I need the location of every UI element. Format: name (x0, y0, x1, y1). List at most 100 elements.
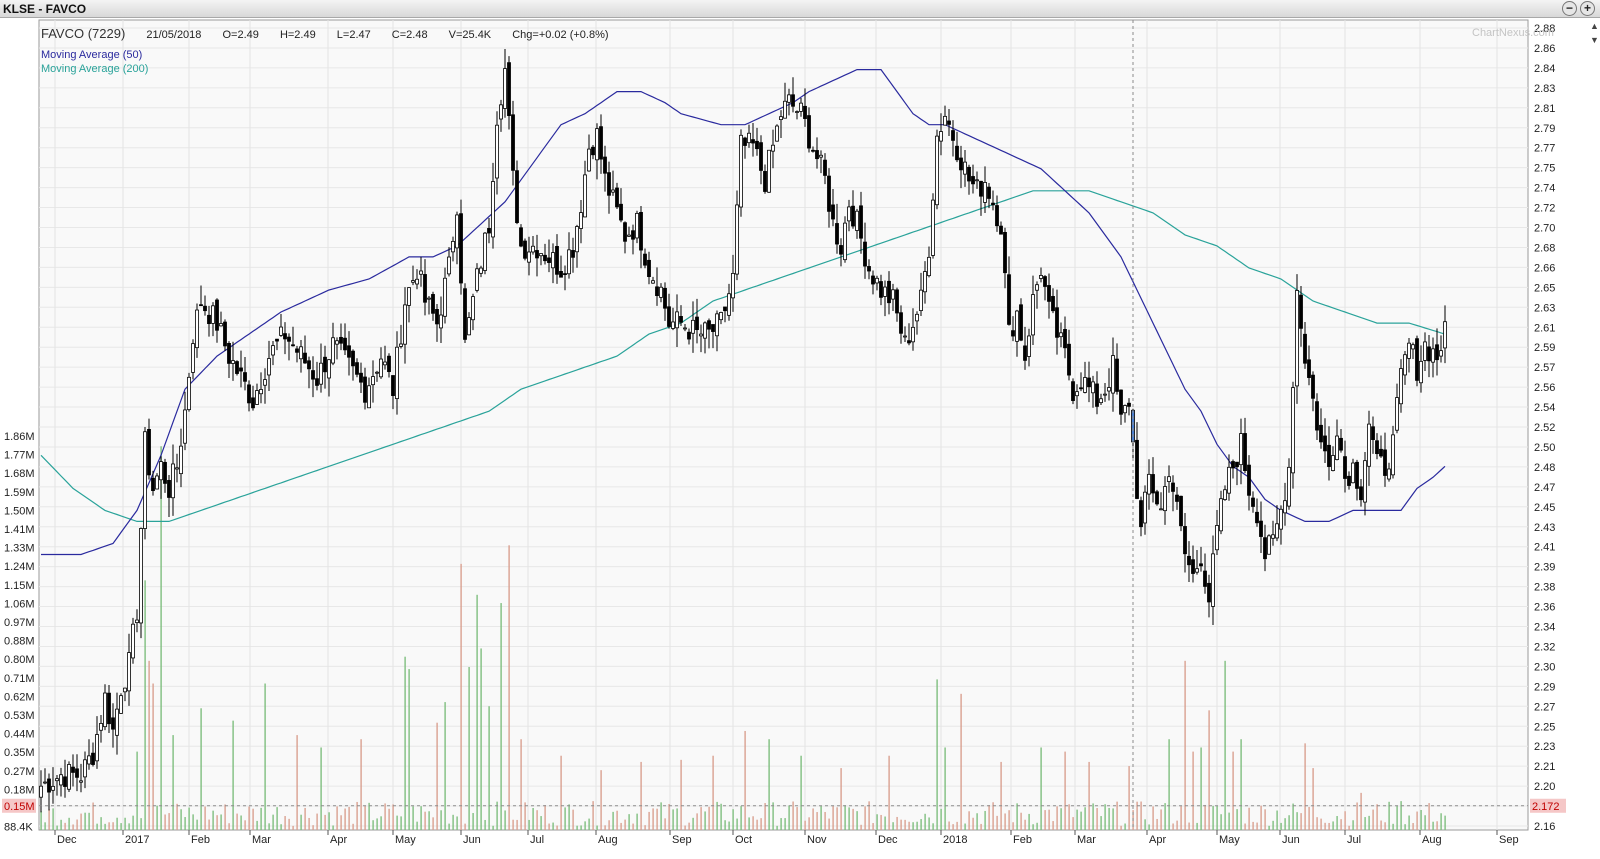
volume-bar (992, 802, 994, 830)
candle-body (331, 337, 335, 364)
volume-bar (476, 594, 478, 830)
volume-bar (956, 821, 958, 830)
volume-bar (1296, 812, 1298, 830)
volume-bar (1292, 803, 1294, 830)
volume-bar (1176, 820, 1178, 830)
high-label: H=2.49 (279, 29, 316, 41)
price-tick-label: 2.75 (1534, 163, 1555, 175)
candle-body (119, 695, 123, 714)
candle-body (199, 304, 203, 307)
volume-bar (100, 817, 102, 830)
candle-body (79, 780, 83, 783)
candle-body (1359, 486, 1363, 501)
volume-bar (1268, 825, 1270, 830)
candle-body (167, 480, 171, 498)
candle-body (1031, 294, 1035, 336)
candle-body (287, 336, 291, 342)
candle-body (539, 253, 543, 257)
volume-tick-label: 1.59M (4, 487, 35, 499)
candle-body (851, 205, 855, 227)
price-tick-label: 2.84 (1534, 63, 1555, 75)
candle-body (1279, 508, 1283, 530)
candle-body (323, 356, 327, 373)
volume-tick-label: 0.27M (4, 766, 35, 778)
candle-body (631, 230, 635, 240)
volume-bar (44, 822, 46, 830)
right-scrollbar[interactable]: ▲ ▼ (1590, 22, 1599, 858)
price-tick-label: 2.39 (1534, 562, 1555, 574)
volume-bar (800, 755, 802, 830)
volume-bar (752, 816, 754, 830)
candle-body (151, 477, 155, 491)
price-tick-label: 2.45 (1534, 502, 1555, 514)
candle-body (735, 204, 739, 275)
candle-body (1267, 535, 1271, 555)
volume-bar (940, 808, 942, 830)
candle-body (1347, 475, 1351, 486)
candle-body (1399, 368, 1403, 405)
volume-bar (908, 821, 910, 830)
candle-body (1403, 354, 1407, 376)
volume-bar (1088, 761, 1090, 830)
maximize-button[interactable]: + (1580, 1, 1595, 16)
volume-bar (1076, 809, 1078, 830)
volume-bar (1112, 808, 1114, 830)
candle-body (111, 717, 115, 730)
candle-body (487, 228, 491, 234)
time-tick-label: Feb (1013, 834, 1032, 846)
volume-bar (500, 603, 502, 830)
candle-body (1123, 405, 1127, 414)
candle-body (1331, 455, 1335, 471)
volume-bar (684, 825, 686, 830)
price-tick-label: 2.57 (1534, 362, 1555, 374)
volume-bar (936, 679, 938, 830)
price-chart[interactable]: 2.882.862.842.832.812.792.772.752.742.72… (0, 18, 1600, 859)
volume-bar (548, 823, 550, 830)
candle-body (235, 361, 239, 374)
volume-bar (876, 814, 878, 830)
candle-body (607, 172, 611, 196)
volume-bar (240, 815, 242, 830)
candle-body (1019, 304, 1023, 341)
low-label: L=2.47 (336, 29, 371, 41)
candle-body (1291, 387, 1295, 474)
time-tick-label: Sep (672, 834, 692, 846)
volume-bar (1280, 822, 1282, 830)
candle-body (959, 157, 963, 171)
volume-bar (76, 819, 78, 830)
candle-body (799, 102, 803, 112)
candle-body (99, 723, 103, 731)
candle-body (1247, 464, 1251, 496)
candle-body (367, 385, 371, 409)
candle-body (43, 781, 47, 784)
volume-bar (316, 813, 318, 830)
volume-bar (212, 810, 214, 830)
volume-bar (1348, 825, 1350, 830)
volume-marker-label: 0.15M (4, 801, 35, 813)
volume-bar (1160, 809, 1162, 830)
price-tick-label: 2.50 (1534, 442, 1555, 454)
candle-body (1215, 525, 1219, 551)
candle-body (647, 259, 651, 278)
volume-bar (1304, 743, 1306, 830)
candle-body (531, 245, 535, 253)
candle-body (1223, 489, 1227, 500)
volume-bar (712, 755, 714, 830)
volume-bar (1324, 822, 1326, 830)
volume-bar (1408, 815, 1410, 830)
volume-bar (1108, 807, 1110, 830)
volume-bar (1168, 739, 1170, 830)
volume-bar (284, 816, 286, 830)
candle-body (1435, 344, 1439, 361)
candle-body (419, 270, 423, 275)
volume-bar (916, 821, 918, 830)
volume-bar (164, 814, 166, 830)
scroll-down-icon[interactable]: ▼ (1590, 36, 1599, 45)
candle-body (783, 100, 787, 119)
minimize-button[interactable]: − (1562, 1, 1577, 16)
volume-bar (1396, 805, 1398, 830)
volume-bar (340, 815, 342, 830)
volume-bar (56, 825, 58, 830)
candle-body (223, 321, 227, 347)
scroll-up-icon[interactable]: ▲ (1590, 22, 1599, 31)
